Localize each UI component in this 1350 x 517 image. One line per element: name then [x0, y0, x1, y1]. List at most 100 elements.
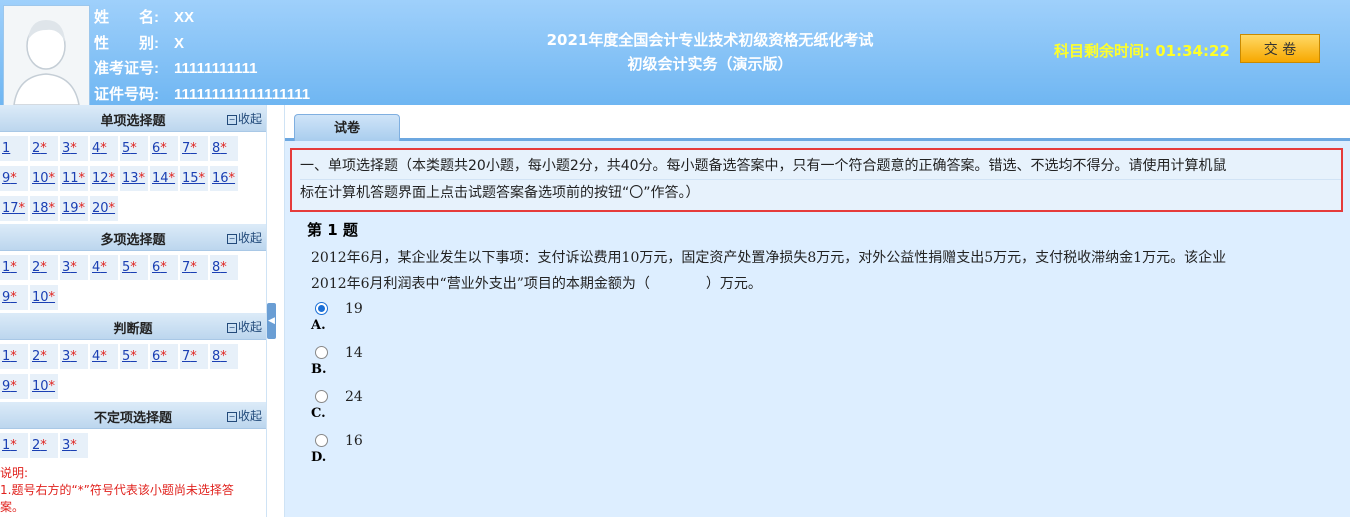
collapse-section-button[interactable]: − 收起: [226, 318, 262, 335]
unanswered-star: *: [228, 171, 236, 186]
question-number-link[interactable]: 3*: [60, 136, 88, 161]
question-number-link[interactable]: 4*: [90, 255, 118, 280]
question-number: 16: [212, 171, 229, 186]
collapse-section-button[interactable]: − 收起: [226, 110, 262, 127]
exam-id-value: 11111111111: [174, 60, 258, 77]
unanswered-star: *: [100, 260, 107, 275]
question-number-link[interactable]: 1*: [0, 255, 28, 280]
question-number-link[interactable]: 5*: [120, 136, 148, 161]
unanswered-star: *: [70, 438, 77, 453]
question-number-link[interactable]: 2*: [30, 255, 58, 280]
question-number: 10: [32, 290, 49, 305]
question-number-link[interactable]: 9*: [0, 166, 28, 191]
question-number-link[interactable]: 17*: [0, 196, 28, 221]
question-number-link[interactable]: 20*: [90, 196, 118, 221]
option-letter: A.: [311, 318, 326, 333]
unanswered-star: *: [130, 141, 137, 156]
question-number: 12: [92, 171, 109, 186]
avatar: [3, 5, 90, 106]
note-line: 说明:: [0, 466, 29, 480]
unanswered-star: *: [78, 171, 86, 186]
section-header: 判断题 − 收起: [0, 313, 266, 340]
question-number-link[interactable]: 10*: [30, 374, 58, 399]
candidate-info: 姓 名: XX 性 别: X 准考证号: 11111111111 证件号码: 11111…: [94, 5, 310, 107]
candidate-name-row: 姓 名: XX: [94, 5, 310, 31]
unanswered-star: *: [40, 349, 47, 364]
question-number-link[interactable]: 13*: [120, 166, 148, 191]
question-number-grid: 1* 2* 3* 4* 5* 6* 7* 8* 9* 10*: [0, 340, 266, 402]
question-number-link[interactable]: 16*: [210, 166, 238, 191]
question-number-link[interactable]: 6*: [150, 344, 178, 369]
unanswered-star: *: [70, 141, 77, 156]
question-number-link[interactable]: 14*: [150, 166, 178, 191]
collapse-label: 收起: [237, 409, 262, 423]
question-number-link[interactable]: 4*: [90, 344, 118, 369]
question-number-link[interactable]: 2*: [30, 136, 58, 161]
question-number-link[interactable]: 5*: [120, 255, 148, 280]
section-header: 不定项选择题 − 收起: [0, 402, 266, 429]
question-number-link[interactable]: 2*: [30, 344, 58, 369]
question-number-link[interactable]: 6*: [150, 136, 178, 161]
tab-exam-paper[interactable]: 试卷: [294, 114, 400, 141]
question-number-link[interactable]: 10*: [30, 285, 58, 310]
unanswered-star: *: [190, 141, 197, 156]
question-number-link[interactable]: 6*: [150, 255, 178, 280]
question-number-link[interactable]: 18*: [30, 196, 58, 221]
question-number: 11: [62, 171, 79, 186]
question-panel: 试卷 一、单项选择题（本类题共20小题，每小题2分，共40分。每小题备选答案中，…: [284, 105, 1350, 517]
unanswered-star: *: [220, 260, 227, 275]
radio-button[interactable]: [315, 346, 328, 359]
question-number-link[interactable]: 1: [0, 136, 28, 161]
question-number-link[interactable]: 1*: [0, 433, 28, 458]
question-number-grid: 1* 2* 3*: [0, 429, 266, 461]
question-number-link[interactable]: 8*: [210, 344, 238, 369]
question-number-link[interactable]: 10*: [30, 166, 58, 191]
id-number-label: 证件号码:: [94, 85, 159, 103]
radio-button[interactable]: [315, 390, 328, 403]
question-number-link[interactable]: 11*: [60, 166, 88, 191]
unanswered-star: *: [10, 349, 17, 364]
collapse-section-button[interactable]: − 收起: [226, 229, 262, 246]
question-number-link[interactable]: 3*: [60, 255, 88, 280]
radio-button[interactable]: [315, 302, 328, 315]
question-text-line2: 2012年6月利润表中“营业外支出”项目的本期金额为（ ）万元。: [311, 276, 762, 292]
question-number-link[interactable]: 4*: [90, 136, 118, 161]
question-number-link[interactable]: 2*: [30, 433, 58, 458]
submit-button[interactable]: 交 卷: [1240, 34, 1320, 63]
gender-value: X: [174, 34, 185, 52]
question-number-link[interactable]: 7*: [180, 136, 208, 161]
unanswered-star: *: [100, 349, 107, 364]
unanswered-star: *: [48, 379, 56, 394]
question-number-link[interactable]: 1*: [0, 344, 28, 369]
unanswered-star: *: [198, 171, 206, 186]
option-value: 19: [345, 301, 363, 317]
question-number-link[interactable]: 9*: [0, 374, 28, 399]
question-number-link[interactable]: 3*: [60, 344, 88, 369]
question-number-link[interactable]: 7*: [180, 255, 208, 280]
section-header: 多项选择题 − 收起: [0, 224, 266, 251]
candidate-gender-row: 性 别: X: [94, 31, 310, 57]
section-instructions: 一、单项选择题（本类题共20小题，每小题2分，共40分。每小题备选答案中，只有一…: [290, 148, 1343, 212]
unanswered-star: *: [10, 171, 17, 186]
collapse-label: 收起: [237, 112, 262, 126]
unanswered-star: *: [168, 171, 176, 186]
collapse-section-button[interactable]: − 收起: [226, 407, 262, 424]
question-number: 10: [32, 171, 49, 186]
unanswered-star: *: [130, 349, 137, 364]
question-number-link[interactable]: 8*: [210, 255, 238, 280]
option-letter: D.: [311, 450, 327, 465]
question-number: 19: [62, 201, 79, 216]
unanswered-star: *: [190, 260, 197, 275]
question-number-link[interactable]: 7*: [180, 344, 208, 369]
question-number-link[interactable]: 8*: [210, 136, 238, 161]
collapse-sidebar-handle[interactable]: ◀: [267, 303, 276, 339]
unanswered-star: *: [48, 201, 56, 216]
question-number-link[interactable]: 3*: [60, 433, 88, 458]
question-number-link[interactable]: 12*: [90, 166, 118, 191]
question-number-link[interactable]: 19*: [60, 196, 88, 221]
question-navigator: 单项选择题 − 收起 1 2* 3* 4* 5* 6* 7* 8*9* 10* 11* 12* 13* 14*…: [0, 105, 267, 517]
question-number-link[interactable]: 5*: [120, 344, 148, 369]
question-number-link[interactable]: 9*: [0, 285, 28, 310]
radio-button[interactable]: [315, 434, 328, 447]
question-number-link[interactable]: 15*: [180, 166, 208, 191]
